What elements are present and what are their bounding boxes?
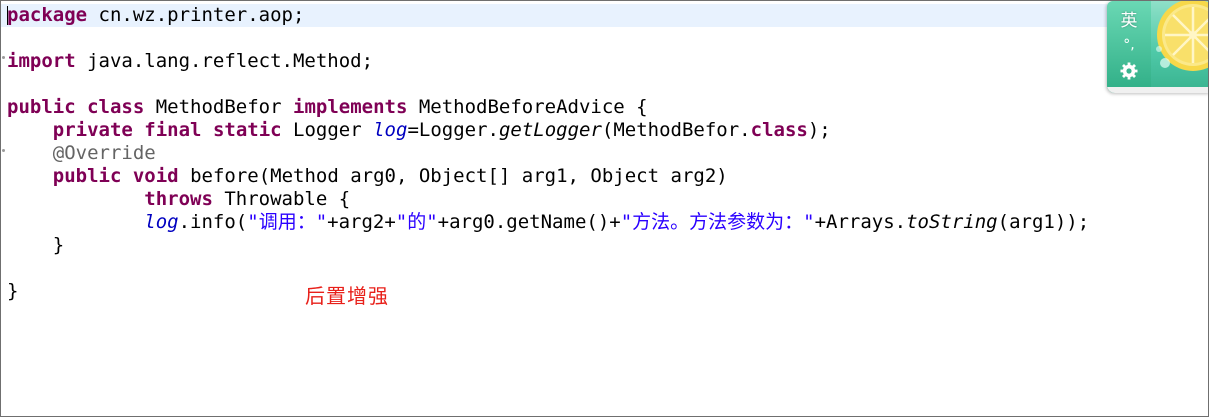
keyword-void: void (132, 165, 179, 187)
code-line-class-decl: public class MethodBefor implements Meth… (7, 96, 648, 119)
annotation-note: 后置增强 (305, 284, 389, 308)
import-path: java.lang.reflect.Method; (75, 50, 374, 72)
keyword-throws: throws (144, 188, 213, 210)
code-line-import: import java.lang.reflect.Method; (7, 50, 373, 73)
call-args: (MethodBefor. (601, 119, 751, 141)
concat: +arg0.getName()+ (437, 211, 621, 233)
lemon-icon (1151, 1, 1208, 77)
keyword-implements: implements (293, 96, 408, 118)
string-literal: "调用：" (247, 211, 328, 233)
concat: +Arrays. (814, 211, 907, 233)
method-signature: before(Method arg0, Object[] arg1, Objec… (178, 165, 728, 187)
keyword-package: package (7, 4, 88, 26)
statement-end: (arg1)); (997, 211, 1090, 233)
code-line-class-close: } (7, 280, 19, 302)
interface-name: MethodBeforeAdvice { (407, 96, 648, 118)
code-line-logger-field: private final static Logger log=Logger.g… (7, 119, 831, 142)
ime-punctuation-toggle[interactable]: °, (1121, 37, 1137, 53)
code-editor[interactable]: package cn.wz.printer.aop; import java.l… (1, 1, 1208, 416)
keyword-final: final (144, 119, 202, 141)
keyword-class: class (750, 119, 808, 141)
gear-icon[interactable] (1119, 61, 1139, 81)
keyword-private: private (52, 119, 133, 141)
editor-window: package cn.wz.printer.aop; import java.l… (0, 0, 1209, 417)
statement-end: ); (807, 119, 831, 141)
keyword-import: import (7, 50, 76, 72)
code-line-log-info: log.info("调用："+arg2+"的"+arg0.getName()+"… (7, 211, 1089, 234)
concat: +arg2+ (327, 211, 396, 233)
ime-toolbar-footer (1107, 87, 1208, 93)
throws-type: Throwable { (212, 188, 351, 210)
code-line-method-decl: public void before(Method arg0, Object[]… (7, 165, 728, 188)
fold-marker (2, 56, 5, 59)
static-field-log: log (144, 211, 179, 233)
keyword-static: static (212, 119, 282, 141)
static-method-getLogger: getLogger (498, 119, 602, 141)
ime-toolbar[interactable]: 英 °, (1107, 1, 1208, 93)
ime-mode-toggle[interactable]: 英 (1117, 9, 1141, 33)
keyword-public: public (52, 165, 122, 187)
assignment: =Logger. (407, 119, 499, 141)
code-line-package: package cn.wz.printer.aop; (7, 4, 304, 27)
info-call: .info( (178, 211, 248, 233)
static-method-toString: toString (906, 211, 998, 233)
string-literal: "方法。方法参数为：" (620, 211, 815, 233)
code-line-throws: throws Throwable { (7, 188, 350, 211)
override-annotation: @Override (52, 142, 156, 164)
string-literal: "的" (395, 211, 438, 233)
code-line-annotation: @Override (7, 142, 156, 165)
package-name: cn.wz.printer.aop; (87, 4, 305, 26)
code-line-method-close: } (7, 234, 65, 256)
keyword-public: public (7, 96, 76, 118)
field-type: Logger (281, 119, 374, 141)
class-name: MethodBefor (144, 96, 294, 118)
static-field-log: log (373, 119, 408, 141)
keyword-class: class (87, 96, 145, 118)
fold-marker (2, 149, 5, 152)
